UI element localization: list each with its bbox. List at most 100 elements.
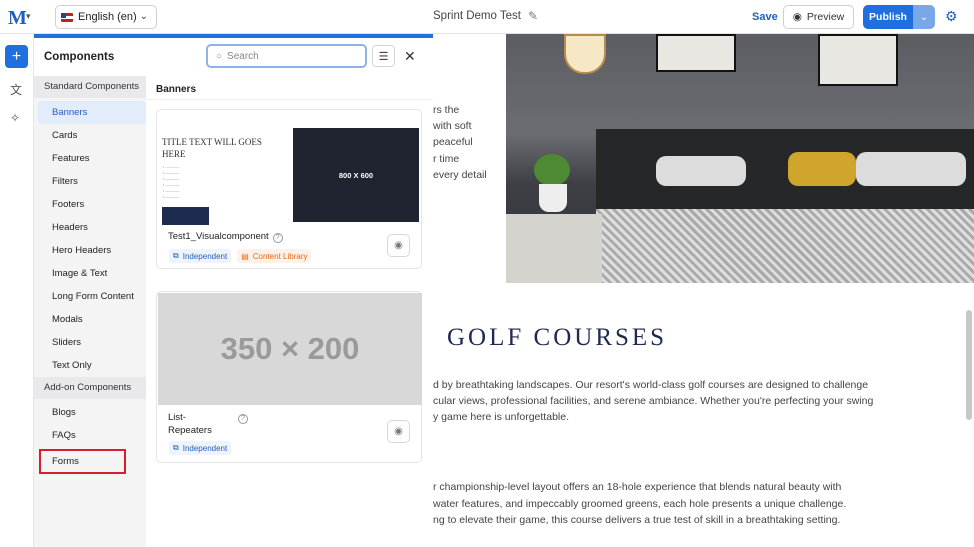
thumbnail-placeholder: 800 X 600 xyxy=(293,128,419,222)
wall-art xyxy=(818,34,898,86)
paragraph-line: ng to elevate their game, this course de… xyxy=(433,514,841,526)
pillow xyxy=(788,152,856,186)
info-icon[interactable]: ? xyxy=(272,233,283,243)
language-label: English (en) xyxy=(78,11,137,23)
bedroom-photo xyxy=(506,34,974,283)
page-canvas: rs the with soft peaceful r time every d… xyxy=(433,34,974,547)
plant xyxy=(534,154,570,186)
side-table xyxy=(506,214,602,283)
section-heading: GOLF COURSES xyxy=(447,324,668,351)
body-text: every detail xyxy=(433,169,487,181)
category-image-text[interactable]: Image & Text xyxy=(34,262,146,285)
body-text: peaceful xyxy=(433,136,473,148)
category-headers[interactable]: Headers xyxy=(34,216,146,239)
category-banners[interactable]: Banners xyxy=(38,101,146,124)
us-flag-icon xyxy=(61,12,73,22)
component-gallery: Banners TITLE TEXT WILL GOES HERE • ————… xyxy=(146,76,433,547)
paragraph-line: d by breathtaking landscapes. Our resort… xyxy=(433,379,869,391)
tag-independent: ⧉ Independent xyxy=(169,249,232,263)
filter-icon: ☰ xyxy=(378,50,389,63)
category-list: Standard Components Banners Cards Featur… xyxy=(34,76,146,547)
thumbnail-cta-block xyxy=(162,207,209,225)
eye-icon: ◉ xyxy=(792,11,802,23)
tag-label: Independent xyxy=(182,443,228,453)
link-icon: ⧉ xyxy=(173,443,179,452)
pencil-icon[interactable]: ✎ xyxy=(528,9,538,23)
gear-icon[interactable]: ⚙ xyxy=(945,8,958,25)
component-name-line1: List- xyxy=(168,412,186,423)
component-name-line2: Repeaters xyxy=(168,425,212,436)
body-text: with soft xyxy=(433,120,472,132)
category-modals[interactable]: Modals xyxy=(34,308,146,331)
paragraph-line: y game here is unforgettable. xyxy=(433,411,569,423)
blanket xyxy=(596,209,974,283)
category-footers[interactable]: Footers xyxy=(34,193,146,216)
component-thumbnail: TITLE TEXT WILL GOES HERE • ———— • ———— • … xyxy=(159,112,421,227)
preview-eye-button[interactable]: ◉ xyxy=(387,420,410,443)
category-blogs[interactable]: Blogs xyxy=(34,401,146,424)
category-long-form-content[interactable]: Long Form Content xyxy=(34,285,146,308)
wall-art xyxy=(656,34,736,72)
search-icon: ○ xyxy=(216,50,223,62)
standard-components-header: Standard Components xyxy=(34,76,146,98)
component-name-text: Test1_Visualcomponent xyxy=(168,231,269,242)
components-panel: Components ○ Search ☰ ✕ Standard Compone… xyxy=(34,34,433,547)
eye-icon: ◉ xyxy=(394,426,403,437)
category-features[interactable]: Features xyxy=(34,147,146,170)
preview-button[interactable]: ◉ Preview xyxy=(783,5,854,29)
search-input[interactable]: ○ Search xyxy=(206,44,367,68)
component-card[interactable]: 350 × 200 List-? Repeaters ⧉ Independent … xyxy=(156,291,422,463)
component-tags: ⧉ Independent ▤ Content Library xyxy=(169,249,312,263)
eye-icon: ◉ xyxy=(394,240,403,251)
translate-icon[interactable]: 文 xyxy=(10,81,22,98)
thumbnail-title: TITLE TEXT WILL GOES HERE xyxy=(162,137,262,159)
info-icon[interactable]: ? xyxy=(237,414,248,424)
pillow xyxy=(656,156,746,186)
preview-eye-button[interactable]: ◉ xyxy=(387,234,410,257)
publish-button[interactable]: Publish xyxy=(863,5,913,29)
top-bar: M ▾ English (en) ⌄ Sprint Demo Test ✎ Sa… xyxy=(0,0,974,34)
category-text-only[interactable]: Text Only xyxy=(34,354,146,377)
chevron-down-icon: ⌄ xyxy=(139,11,148,22)
lamp-image xyxy=(564,34,606,74)
tag-label: Independent xyxy=(182,251,228,261)
tag-content-library: ▤ Content Library xyxy=(237,249,312,263)
logo[interactable]: M xyxy=(8,7,27,30)
paragraph-line: water features, and impeccably groomed g… xyxy=(433,498,847,510)
category-hero-headers[interactable]: Hero Headers xyxy=(34,239,146,262)
library-icon: ▤ xyxy=(241,251,249,261)
category-faqs[interactable]: FAQs xyxy=(34,424,146,447)
paragraph-line: cular views, professional facilities, an… xyxy=(433,395,874,407)
scrollbar[interactable] xyxy=(966,310,972,420)
category-cards[interactable]: Cards xyxy=(34,124,146,147)
sparkle-icon[interactable]: ✧ xyxy=(10,111,20,125)
link-icon: ⧉ xyxy=(173,251,179,260)
close-icon[interactable]: ✕ xyxy=(404,48,416,65)
thumbnail-list: • ———— • ———— • ———— • ———— • ———— • ———— xyxy=(163,165,180,199)
left-rail: + 文 ✧ xyxy=(0,34,34,547)
publish-options-chevron-icon[interactable]: ⌄ xyxy=(913,5,935,29)
category-filters[interactable]: Filters xyxy=(34,170,146,193)
chevron-down-icon[interactable]: ▾ xyxy=(26,11,31,22)
body-text: rs the xyxy=(433,104,460,116)
component-thumbnail-placeholder: 350 × 200 xyxy=(158,293,422,405)
preview-label: Preview xyxy=(806,11,845,23)
component-tags: ⧉ Independent xyxy=(169,441,232,455)
paragraph-line: r championship-level layout offers an 18… xyxy=(433,481,842,493)
category-sliders[interactable]: Sliders xyxy=(34,331,146,354)
gallery-heading: Banners xyxy=(146,76,433,100)
language-select[interactable]: English (en) ⌄ xyxy=(55,5,157,29)
component-card[interactable]: TITLE TEXT WILL GOES HERE • ———— • ———— • … xyxy=(156,109,422,269)
body-text: r time xyxy=(433,153,460,165)
pillow xyxy=(856,152,966,186)
tag-independent: ⧉ Independent xyxy=(169,441,232,455)
save-button[interactable]: Save xyxy=(752,11,778,23)
add-component-button[interactable]: + xyxy=(5,45,28,68)
component-name: Test1_Visualcomponent? xyxy=(168,231,283,243)
search-placeholder: Search xyxy=(227,50,259,62)
filter-button[interactable]: ☰ xyxy=(372,45,395,67)
plant-pot xyxy=(539,184,567,212)
addon-components-header: Add-on Components xyxy=(34,377,146,399)
category-forms[interactable]: Forms xyxy=(39,449,126,474)
page-title: Sprint Demo Test xyxy=(433,10,521,22)
